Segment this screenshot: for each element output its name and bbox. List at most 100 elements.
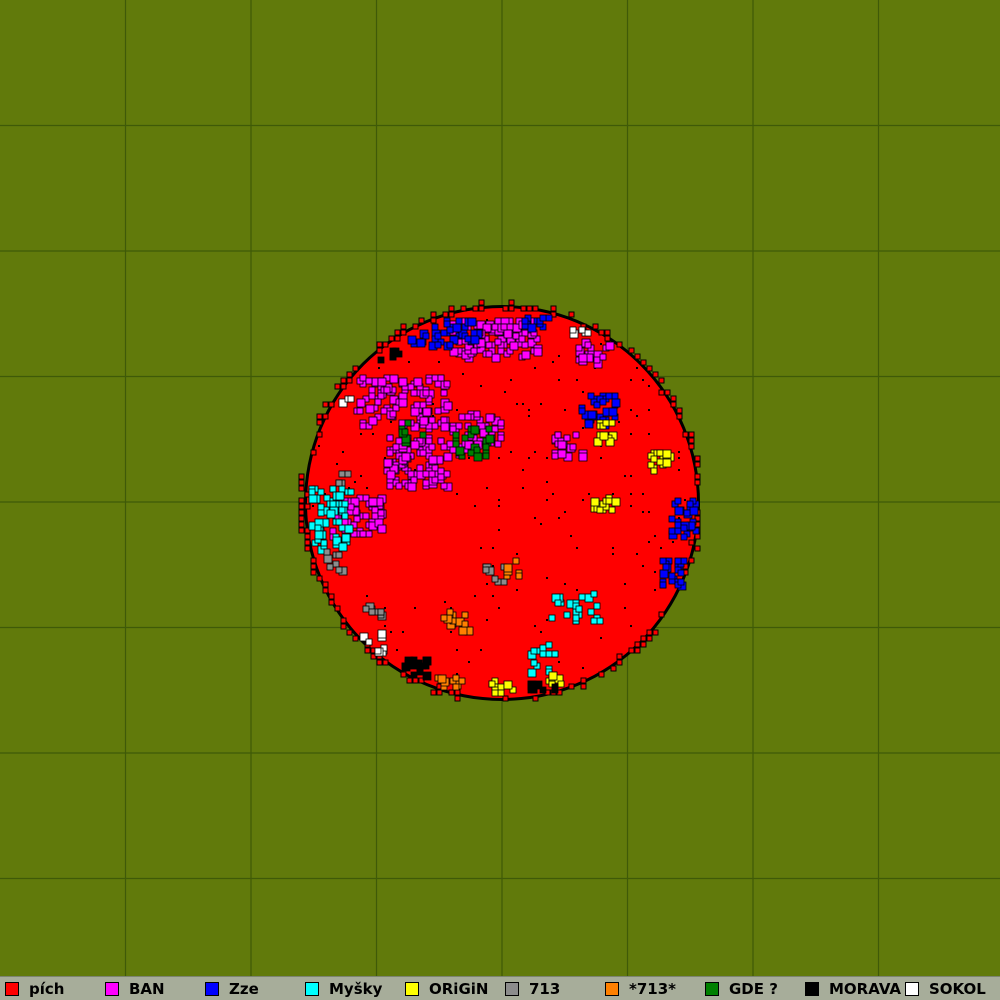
map-viewport[interactable] [0,0,1000,976]
territory-cell [338,470,346,478]
legend-item-origin[interactable]: ORiGiN [405,979,488,999]
territory-cell [491,689,499,697]
territory-cell [470,329,478,337]
territory-cell [548,614,556,622]
territory-cell [593,401,601,409]
territory-cell [425,377,433,385]
territory-cell [506,323,514,331]
territory-cell [680,524,688,532]
territory-cell [335,479,343,487]
territory-cell [452,683,460,691]
territory-cell [377,392,385,400]
legend-item-star713[interactable]: *713* [605,979,676,999]
territory-cell [371,506,379,514]
territory-cell [578,452,588,462]
territory-cell [422,332,430,340]
legend-item-morava[interactable]: MORAVA [805,979,901,999]
territory-cell [593,356,601,364]
territory-cell [344,470,352,478]
territory-cell [443,380,451,388]
territory-cell [431,374,439,382]
territory-cell [404,419,412,427]
territory-cell [365,530,373,538]
territory-cell [308,488,316,496]
territory-cell [587,392,595,400]
territory-cell [455,317,463,325]
territory-cell [416,668,424,676]
territory-cell [407,335,417,345]
territory-cell [554,599,562,607]
legend-item-gde[interactable]: GDE ? [705,979,778,999]
territory-cell [395,482,403,490]
territory-cell [347,488,355,496]
territory-cell [323,494,331,502]
territory-cell [416,464,424,472]
territory-cell [497,434,505,442]
legend-item-pich[interactable]: pích [5,979,64,999]
territory-cell [539,650,547,658]
territory-cell [335,491,345,501]
territory-cell [485,350,493,358]
legend-item-ban[interactable]: BAN [105,979,165,999]
territory-cell [500,323,508,331]
territory-cell [377,524,387,534]
territory-cell [563,434,571,442]
territory-cell [473,452,483,462]
territory-cell [356,407,364,415]
territory-cell [395,437,403,445]
territory-cell [467,449,475,457]
territory-cell [377,509,385,517]
territory-cell [368,386,376,394]
territory-cell [602,419,610,427]
legend-label-mysky: Myšky [329,980,383,998]
territory-cell [329,500,337,508]
territory-cell [530,659,538,667]
territory-cell [452,674,460,682]
legend-label-sokol: SOKOL [929,980,986,998]
territory-cell [647,461,655,469]
territory-cell [461,434,469,442]
territory-cell [386,449,394,457]
territory-cell [434,341,442,349]
territory-cell [428,455,438,465]
territory-cell [557,449,567,459]
territory-cell [662,449,672,459]
territory-cell [599,398,607,406]
territory-cell [374,398,382,406]
territory-map[interactable] [0,0,1000,976]
territory-cell [515,572,523,580]
territory-cell [437,674,447,684]
territory-cell [425,437,433,445]
territory-cell [335,551,343,559]
territory-cell [491,575,499,583]
territory-cell [446,440,454,448]
territory-cell [329,527,337,535]
territory-cell [347,395,355,403]
territory-cell [521,341,529,349]
legend-swatch-gde [705,982,719,996]
territory-cell [452,323,462,333]
territory-cell [569,326,577,334]
territory-cell [407,470,415,478]
territory-cell [521,350,531,360]
territory-cell [338,506,346,514]
territory-cell [422,671,432,681]
legend-item-sokol[interactable]: SOKOL [905,979,986,999]
legend-item-zze[interactable]: Zze [205,979,259,999]
territory-cell [545,641,553,649]
territory-cell [431,476,439,484]
territory-cell [452,440,460,448]
territory-cell [377,629,387,639]
territory-cell [674,557,682,565]
territory-cell [458,677,466,685]
legend-item-mysky[interactable]: Myšky [305,979,382,999]
territory-cell [446,341,454,349]
territory-cell [503,329,513,339]
territory-cell [488,680,496,688]
territory-cell [485,413,495,423]
territory-cell [662,563,670,571]
territory-cell [431,464,439,472]
territory-cell [659,557,667,565]
territory-cell [689,506,699,516]
legend-item-713[interactable]: 713 [505,979,560,999]
